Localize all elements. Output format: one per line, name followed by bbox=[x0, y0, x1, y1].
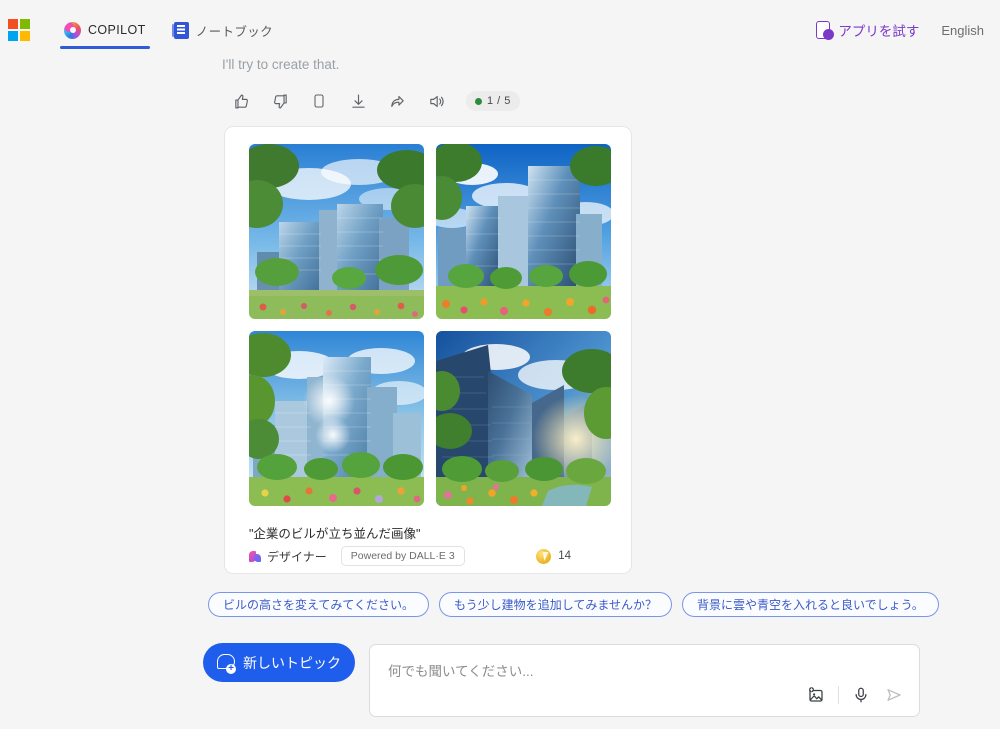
logo-square-red bbox=[8, 19, 18, 29]
tab-notebook[interactable]: ノートブック bbox=[160, 0, 287, 60]
thumbs-down-icon[interactable] bbox=[267, 88, 293, 114]
primary-tabs: COPILOT ノートブック bbox=[50, 0, 287, 60]
new-chat-bubble-icon bbox=[217, 654, 236, 674]
logo-square-yellow bbox=[20, 31, 30, 41]
composer-box[interactable]: 何でも聞いてください... bbox=[369, 644, 920, 717]
credits-count: 14 bbox=[558, 550, 571, 562]
credits-indicator: 14 bbox=[536, 548, 611, 564]
notebook-icon bbox=[172, 21, 189, 39]
tool-divider bbox=[838, 686, 839, 704]
generated-image-4[interactable] bbox=[436, 331, 611, 506]
copilot-swirl-icon bbox=[64, 21, 81, 39]
image-prompt-caption: "企業のビルが立ち並んだ画像" bbox=[249, 527, 421, 541]
designer-icon bbox=[249, 550, 262, 563]
phone-app-icon bbox=[816, 21, 835, 40]
tab-notebook-label: ノートブック bbox=[195, 24, 274, 39]
message-counter-text: 1 / 5 bbox=[487, 95, 511, 107]
image-grid bbox=[249, 144, 611, 516]
generated-image-2[interactable] bbox=[436, 144, 611, 319]
designer-link[interactable]: デザイナー bbox=[249, 548, 327, 565]
tab-copilot-label: COPILOT bbox=[88, 23, 146, 37]
designer-label: デザイナー bbox=[267, 549, 327, 564]
new-topic-label: 新しいトピック bbox=[243, 654, 341, 671]
generated-image-3[interactable] bbox=[249, 331, 424, 506]
message-action-bar: 1 / 5 bbox=[228, 88, 520, 114]
add-image-icon[interactable] bbox=[805, 684, 827, 706]
copy-icon[interactable] bbox=[306, 88, 332, 114]
tab-copilot[interactable]: COPILOT bbox=[50, 0, 160, 60]
new-topic-button[interactable]: 新しいトピック bbox=[203, 643, 355, 682]
status-dot-icon bbox=[475, 97, 482, 105]
dalle-badge: Powered by DALL·E 3 bbox=[340, 546, 465, 566]
composer-tools bbox=[805, 684, 905, 706]
coin-boost-icon bbox=[536, 548, 552, 564]
header-right-group: アプリを試す English bbox=[816, 0, 984, 60]
suggestion-chip-1[interactable]: ビルの高さを変えてみてください。 bbox=[208, 592, 430, 617]
try-app-button[interactable]: アプリを試す bbox=[816, 20, 919, 40]
speaker-icon[interactable] bbox=[423, 88, 449, 114]
image-card-footer: デザイナー Powered by DALL·E 3 14 bbox=[249, 545, 611, 567]
assistant-message: I'll try to create that. bbox=[222, 57, 340, 72]
suggestion-chips: ビルの高さを変えてみてください。 もう少し建物を追加してみませんか？ 背景に雲や… bbox=[208, 592, 939, 617]
generated-image-1[interactable] bbox=[249, 144, 424, 319]
language-selector[interactable]: English bbox=[941, 23, 984, 38]
generated-images-card: "企業のビルが立ち並んだ画像" デザイナー Powered by DALL·E … bbox=[224, 126, 632, 574]
try-app-label: アプリを試す bbox=[838, 24, 920, 39]
suggestion-chip-2[interactable]: もう少し建物を追加してみませんか？ bbox=[439, 592, 672, 617]
message-counter-badge: 1 / 5 bbox=[466, 91, 520, 111]
app-header: COPILOT ノートブック アプリを試す English bbox=[0, 0, 1000, 60]
send-icon[interactable] bbox=[883, 684, 905, 706]
microsoft-logo bbox=[8, 19, 30, 41]
suggestion-chip-3[interactable]: 背景に雲や青空を入れると良いでしょう。 bbox=[681, 592, 939, 617]
microphone-icon[interactable] bbox=[850, 684, 872, 706]
download-icon[interactable] bbox=[345, 88, 371, 114]
logo-square-blue bbox=[8, 31, 18, 41]
logo-square-green bbox=[20, 19, 30, 29]
composer-placeholder: 何でも聞いてください... bbox=[388, 664, 534, 679]
thumbs-up-icon[interactable] bbox=[228, 88, 254, 114]
share-icon[interactable] bbox=[384, 88, 410, 114]
